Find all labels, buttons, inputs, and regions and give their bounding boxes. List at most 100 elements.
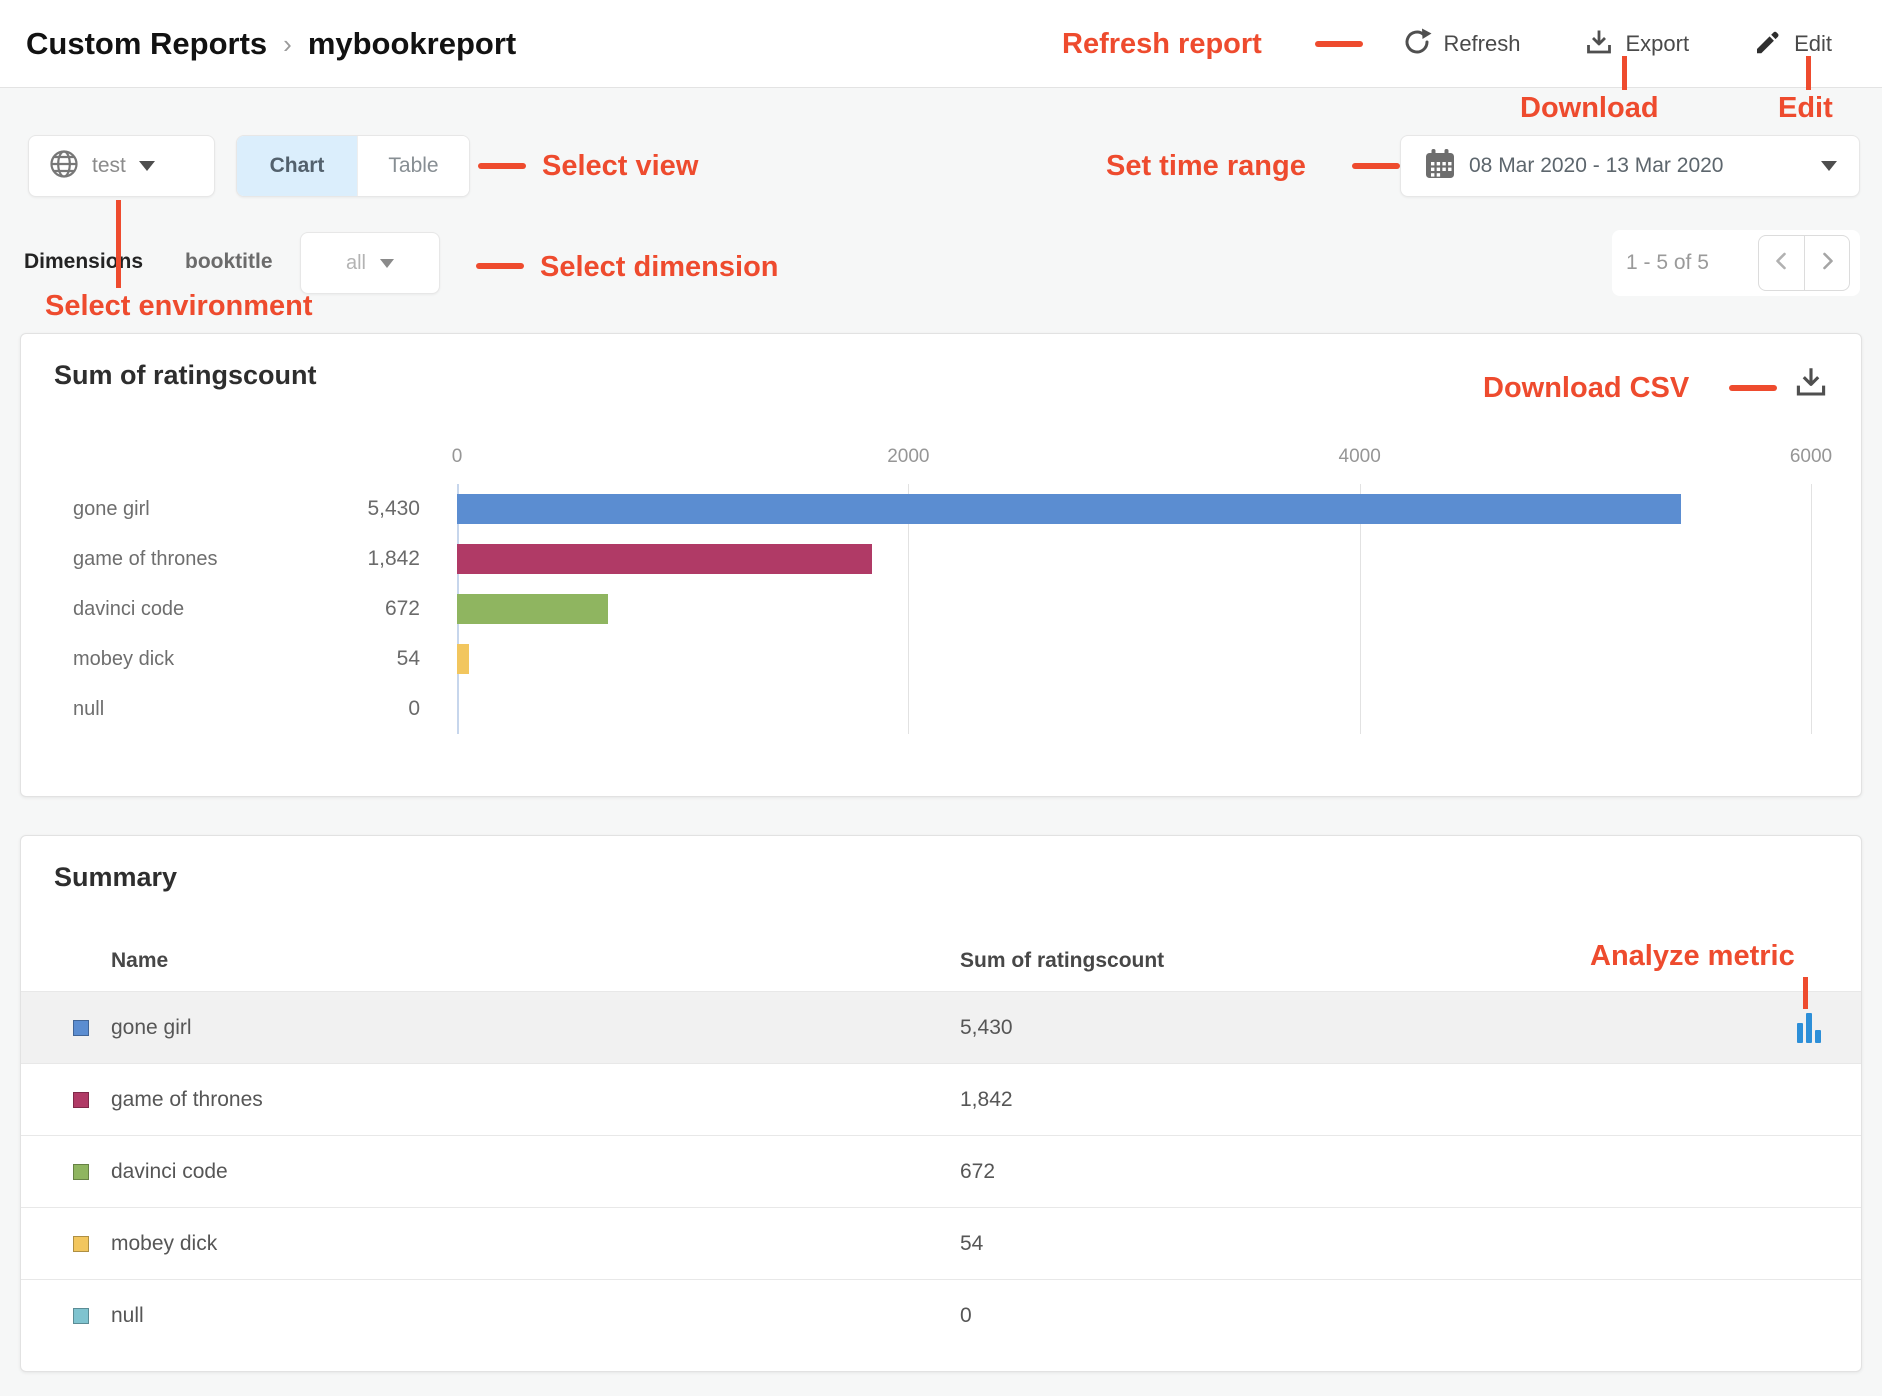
chart-bar-track — [457, 544, 1809, 574]
x-axis-tick-label: 2000 — [887, 446, 929, 468]
breadcrumb: Custom Reports › mybookreport — [26, 0, 516, 88]
analyze-metric-button[interactable] — [1797, 1013, 1821, 1043]
table-row: null 0 — [21, 1279, 1861, 1351]
dimension-name: booktitle — [185, 232, 273, 292]
breadcrumb-section[interactable]: Custom Reports — [26, 26, 267, 62]
chevron-down-icon — [139, 161, 155, 171]
pagination-buttons — [1758, 235, 1850, 291]
chevron-down-icon — [380, 259, 394, 268]
series-color-swatch — [73, 1236, 89, 1252]
chart-bar-track — [457, 644, 1809, 674]
pagination: 1 - 5 of 5 — [1612, 230, 1860, 296]
series-color-swatch — [73, 1092, 89, 1108]
chart-row: davinci code 672 — [21, 584, 1861, 634]
annotation-dash — [1352, 163, 1400, 169]
chart-row: game of thrones 1,842 — [21, 534, 1861, 584]
summary-title: Summary — [54, 862, 177, 893]
summary-table-header: Name Sum of ratingscount — [21, 931, 1861, 991]
row-value: 672 — [960, 1160, 1689, 1184]
row-value: 0 — [960, 1304, 1689, 1328]
globe-icon — [49, 149, 79, 184]
dimension-filter-dropdown[interactable]: all — [300, 232, 440, 294]
chart-value-label: 1,842 — [305, 547, 420, 571]
annotation-line — [1803, 977, 1808, 1009]
chart-plot: gone girl 5,430 game of thrones 1,842 da… — [21, 484, 1861, 734]
table-row: mobey dick 54 — [21, 1207, 1861, 1279]
chart-category-label: null — [73, 698, 305, 721]
annotation-edit: Edit — [1778, 92, 1833, 125]
x-axis-tick-label: 4000 — [1339, 446, 1381, 468]
chart-bar — [457, 494, 1681, 524]
summary-card: Summary Name Sum of ratingscount gone gi… — [20, 835, 1862, 1372]
export-button-label: Export — [1625, 31, 1689, 57]
export-button[interactable]: Export — [1584, 27, 1689, 62]
dimensions-label: Dimensions — [24, 232, 143, 292]
chart-category-label: mobey dick — [73, 648, 305, 671]
refresh-button[interactable]: Refresh — [1402, 27, 1520, 62]
pagination-range: 1 - 5 of 5 — [1626, 251, 1758, 275]
next-page-button[interactable] — [1804, 236, 1849, 290]
chevron-left-icon — [1771, 250, 1793, 277]
previous-page-button[interactable] — [1759, 236, 1804, 290]
row-name: null — [111, 1304, 938, 1328]
annotation-select-view: Select view — [542, 150, 698, 183]
chevron-right-icon — [1816, 250, 1838, 277]
edit-button[interactable]: Edit — [1753, 27, 1832, 62]
download-csv-button[interactable] — [1793, 364, 1829, 405]
annotation-select-dimension: Select dimension — [540, 251, 779, 284]
x-axis-tick-label: 6000 — [1790, 446, 1832, 468]
annotation-line — [1622, 56, 1627, 90]
annotation-dash — [476, 263, 524, 269]
page-title: mybookreport — [308, 26, 516, 62]
tab-chart[interactable]: Chart — [237, 136, 357, 196]
row-value: 5,430 — [960, 1016, 1689, 1040]
chart-value-label: 5,430 — [305, 497, 420, 521]
date-range-value: 08 Mar 2020 - 13 Mar 2020 — [1469, 154, 1809, 178]
download-icon — [1793, 387, 1829, 404]
table-row: gone girl 5,430 — [21, 991, 1861, 1063]
tab-table[interactable]: Table — [357, 136, 469, 196]
chart-title: Sum of ratingscount — [54, 360, 317, 391]
header: Custom Reports › mybookreport Refresh Ex… — [0, 0, 1882, 88]
header-actions: Refresh Export Edit — [1402, 0, 1832, 88]
annotation-dash — [478, 163, 526, 169]
calendar-icon — [1423, 147, 1457, 186]
annotation-refresh-report: Refresh report — [1062, 28, 1262, 61]
row-name: gone girl — [111, 1016, 938, 1040]
column-header-metric: Sum of ratingscount — [960, 949, 1689, 973]
annotation-download-csv: Download CSV — [1483, 372, 1689, 405]
breadcrumb-separator-icon: › — [283, 29, 292, 60]
row-name: game of thrones — [111, 1088, 938, 1112]
custom-report-page: Custom Reports › mybookreport Refresh Ex… — [0, 0, 1882, 1396]
row-name: mobey dick — [111, 1232, 938, 1256]
series-color-swatch — [73, 1308, 89, 1324]
row-value: 1,842 — [960, 1088, 1689, 1112]
chart-value-label: 0 — [305, 697, 420, 721]
chart-row: mobey dick 54 — [21, 634, 1861, 684]
x-axis-tick-label: 0 — [452, 446, 463, 468]
annotation-download: Download — [1520, 92, 1659, 125]
annotation-line — [1806, 56, 1811, 90]
chart-category-label: gone girl — [73, 498, 305, 521]
view-toggle: Chart Table — [236, 135, 470, 197]
annotation-analyze-metric: Analyze metric — [1590, 940, 1795, 973]
date-range-picker[interactable]: 08 Mar 2020 - 13 Mar 2020 — [1400, 135, 1860, 197]
refresh-icon — [1402, 27, 1432, 62]
annotation-line — [116, 200, 121, 288]
annotation-set-time-range: Set time range — [1106, 150, 1306, 183]
series-color-swatch — [73, 1020, 89, 1036]
chart-row: gone girl 5,430 — [21, 484, 1861, 534]
refresh-button-label: Refresh — [1443, 31, 1520, 57]
chart-bar-track — [457, 594, 1809, 624]
chart-bar — [457, 594, 608, 624]
chart-bar — [457, 544, 872, 574]
environment-selector[interactable]: test — [28, 135, 215, 197]
table-row: davinci code 672 — [21, 1135, 1861, 1207]
annotation-select-environment: Select environment — [45, 290, 313, 323]
row-name: davinci code — [111, 1160, 938, 1184]
edit-button-label: Edit — [1794, 31, 1832, 57]
environment-value: test — [92, 154, 126, 178]
annotation-dash — [1729, 385, 1777, 391]
chart-row: null 0 — [21, 684, 1861, 734]
pencil-icon — [1753, 27, 1783, 62]
